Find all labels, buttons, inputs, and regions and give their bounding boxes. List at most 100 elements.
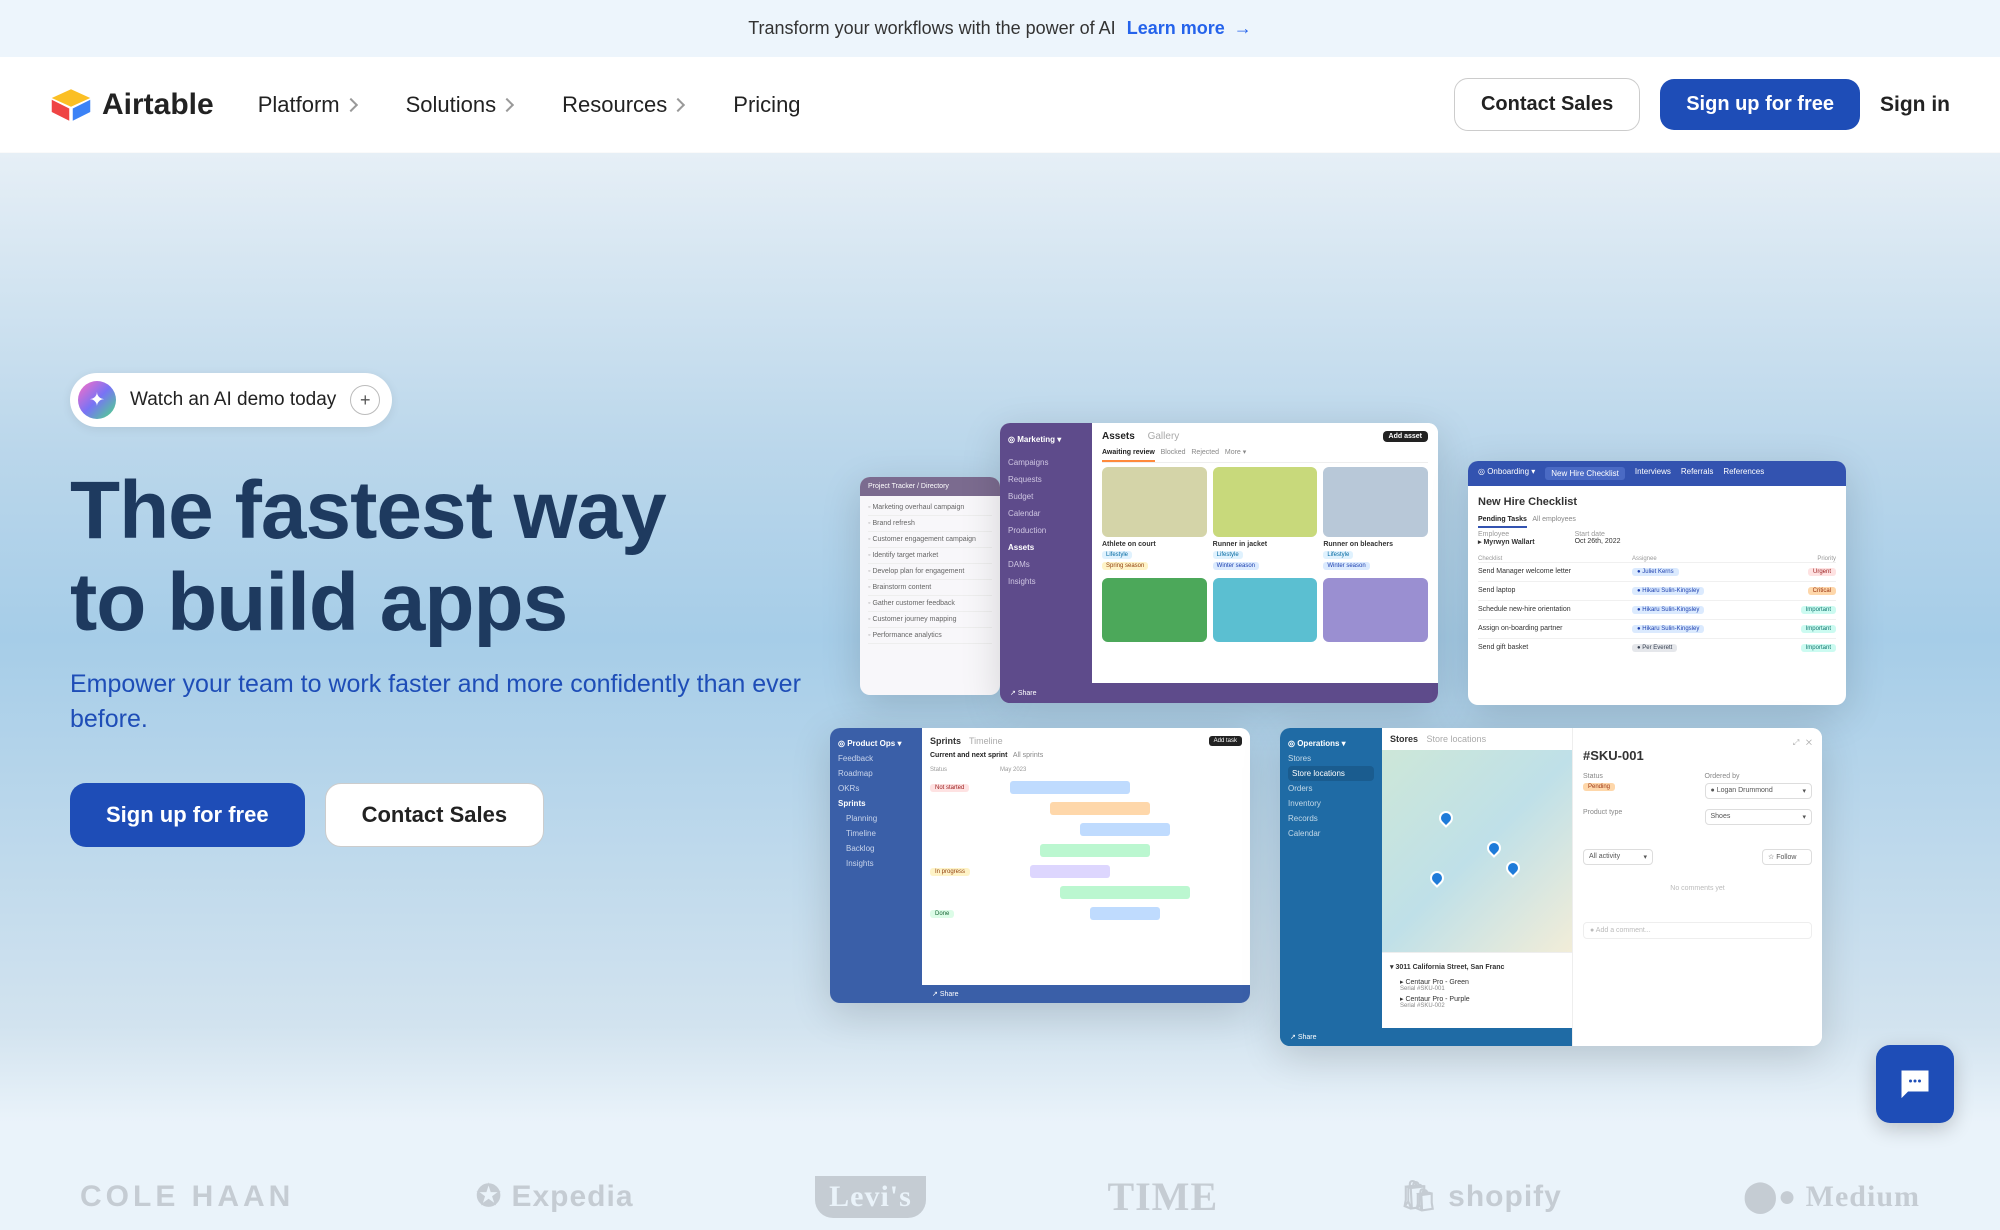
asset-thumb: [1213, 578, 1318, 642]
list-item: Marketing overhaul campaign: [868, 500, 992, 516]
airtable-logo-icon: [50, 87, 92, 123]
announcement-bar: Transform your workflows with the power …: [0, 0, 2000, 57]
add-asset-button: Add asset: [1383, 431, 1428, 442]
table-row: Send gift basket● Per EverettImportant: [1478, 638, 1836, 657]
asset-cards: Athlete on court Lifestyle Spring season…: [1102, 467, 1428, 570]
nav-resources[interactable]: Resources: [562, 92, 683, 118]
sprints-sidebar: ◎ Product Ops ▾ Feedback Roadmap OKRs Sp…: [830, 728, 922, 1003]
location-list: ▾ 3011 California Street, San Franc ▸ Ce…: [1382, 952, 1572, 1015]
signin-link[interactable]: Sign in: [1880, 93, 1950, 117]
chevron-right-icon: [344, 97, 358, 111]
filter-tabs: Awaiting review Blocked Rejected More ▾: [1102, 442, 1428, 463]
logo-time: TIME: [1107, 1173, 1218, 1220]
mockup-onboarding: ◎ Onboarding ▾ New Hire Checklist Interv…: [1468, 461, 1846, 705]
list-item: Brainstorm content: [868, 580, 992, 596]
sidebar-item: Insights: [1008, 573, 1084, 590]
chat-bubble-icon: [1897, 1066, 1933, 1102]
sidebar-item-active: Assets: [1008, 539, 1084, 556]
logo-expedia: ✪ Expedia: [476, 1179, 634, 1214]
table-row: Send laptop● Hikaru Sulin-KingsleyCritic…: [1478, 581, 1836, 600]
arrow-right-icon: →: [1234, 18, 1252, 38]
list-item: Gather customer feedback: [868, 596, 992, 612]
list-item: Customer engagement campaign: [868, 532, 992, 548]
asset-card: Runner on bleachers Lifestyle Winter sea…: [1323, 467, 1428, 570]
mockup-operations: ◎ Operations ▾ Stores Store locations Or…: [1280, 728, 1822, 1046]
sku-title: #SKU-001: [1583, 748, 1812, 763]
asset-thumb: [1102, 467, 1207, 537]
list-item: Customer journey mapping: [868, 612, 992, 628]
marketing-footer: ↗ Share: [1000, 683, 1438, 703]
asset-thumbs-row: [1102, 578, 1428, 642]
list-item: Performance analytics: [868, 628, 992, 644]
table-row: Assign on-boarding partner● Hikaru Sulin…: [1478, 619, 1836, 638]
table-row: Send Manager welcome letter● Juliet Kern…: [1478, 562, 1836, 581]
sprints-main: SprintsTimeline Add task Current and nex…: [922, 728, 1250, 1003]
checklist-table: ChecklistAssigneePriority Send Manager w…: [1478, 556, 1836, 657]
nav-right: Contact Sales Sign up for free Sign in: [1454, 78, 1950, 131]
hero-contact-sales-button[interactable]: Contact Sales: [325, 783, 545, 847]
mockup-project-tracker: Project Tracker / Directory Marketing ov…: [860, 477, 1000, 695]
asset-thumb: [1213, 467, 1318, 537]
ai-demo-label: Watch an AI demo today: [130, 389, 336, 411]
signup-button[interactable]: Sign up for free: [1660, 79, 1860, 130]
mockup-marketing: ◎ Marketing ▾ Campaigns Requests Budget …: [1000, 423, 1438, 703]
contact-sales-button[interactable]: Contact Sales: [1454, 78, 1640, 131]
logo-colehaan: COLE HAAN: [80, 1180, 294, 1214]
mockup-sprints: ◎ Product Ops ▾ Feedback Roadmap OKRs Sp…: [830, 728, 1250, 1003]
chat-widget-button[interactable]: [1876, 1045, 1954, 1123]
sidebar-item: Requests: [1008, 471, 1084, 488]
ops-sidebar: ◎ Operations ▾ Stores Store locations Or…: [1280, 728, 1382, 1046]
list-item: Develop plan for engagement: [868, 564, 992, 580]
hero-cta-group: Sign up for free Contact Sales: [70, 783, 888, 847]
logo-shopify: 🛍 shopify: [1400, 1179, 1562, 1214]
ai-demo-pill[interactable]: ✦ Watch an AI demo today +: [70, 373, 392, 427]
map-pin-icon: [1503, 858, 1523, 878]
asset-thumb: [1323, 467, 1428, 537]
hero-content: ✦ Watch an AI demo today + The fastest w…: [70, 373, 888, 1123]
ops-detail-panel: ⤢ ✕ #SKU-001 StatusPending Ordered by● L…: [1572, 728, 1822, 1046]
brand-name: Airtable: [102, 88, 214, 122]
navbar: Airtable Platform Solutions Resources Pr…: [0, 57, 2000, 153]
plus-icon: +: [350, 385, 380, 415]
nav-links: Platform Solutions Resources Pricing: [258, 92, 801, 118]
tracker-header: Project Tracker / Directory: [860, 477, 1000, 496]
asset-thumb: [1102, 578, 1207, 642]
list-item: Brand refresh: [868, 516, 992, 532]
sidebar-item: DAMs: [1008, 556, 1084, 573]
sidebar-item: Calendar: [1008, 505, 1084, 522]
hero-title: The fastest way to build apps: [70, 465, 888, 649]
chevron-right-icon: [500, 97, 514, 111]
customer-logos: COLE HAAN ✪ Expedia Levi's TIME 🛍 shopif…: [0, 1123, 2000, 1230]
ops-map-panel: Stores Store locations ▾ 3011 California…: [1382, 728, 1572, 1046]
nav-solutions[interactable]: Solutions: [406, 92, 513, 118]
asset-card: Runner in jacket Lifestyle Winter season: [1213, 467, 1318, 570]
asset-card: Athlete on court Lifestyle Spring season: [1102, 467, 1207, 570]
nav-pricing[interactable]: Pricing: [733, 92, 800, 118]
announcement-link[interactable]: Learn more →: [1127, 18, 1252, 38]
brand-logo[interactable]: Airtable: [50, 87, 214, 123]
list-item: Identify target market: [868, 548, 992, 564]
sidebar-title: ◎ Marketing ▾: [1008, 431, 1084, 448]
marketing-main: Assets Gallery Add asset Awaiting review…: [1092, 423, 1438, 703]
sidebar-item: Production: [1008, 522, 1084, 539]
logo-levis: Levi's: [815, 1176, 926, 1218]
add-task-button: Add task: [1209, 736, 1242, 746]
onboarding-title: New Hire Checklist: [1478, 496, 1836, 508]
hero-section: ✦ Watch an AI demo today + The fastest w…: [0, 153, 2000, 1123]
nav-platform[interactable]: Platform: [258, 92, 356, 118]
hero-subtitle: Empower your team to work faster and mor…: [70, 667, 810, 737]
table-row: Schedule new-hire orientation● Hikaru Su…: [1478, 600, 1836, 619]
map-area: [1382, 750, 1572, 952]
chevron-right-icon: [671, 97, 685, 111]
announcement-text: Transform your workflows with the power …: [748, 18, 1115, 38]
hero-signup-button[interactable]: Sign up for free: [70, 783, 305, 847]
logo-medium: ⬤● Medium: [1743, 1179, 1920, 1214]
map-pin-icon: [1436, 808, 1456, 828]
sidebar-item: Budget: [1008, 488, 1084, 505]
tracker-list: Marketing overhaul campaign Brand refres…: [860, 496, 1000, 648]
map-pin-icon: [1427, 868, 1447, 888]
mockup-cluster: Project Tracker / Directory Marketing ov…: [860, 423, 1920, 1063]
map-pin-icon: [1484, 838, 1504, 858]
marketing-sidebar: ◎ Marketing ▾ Campaigns Requests Budget …: [1000, 423, 1092, 703]
onboarding-body: New Hire Checklist Pending Tasks All emp…: [1468, 486, 1846, 667]
